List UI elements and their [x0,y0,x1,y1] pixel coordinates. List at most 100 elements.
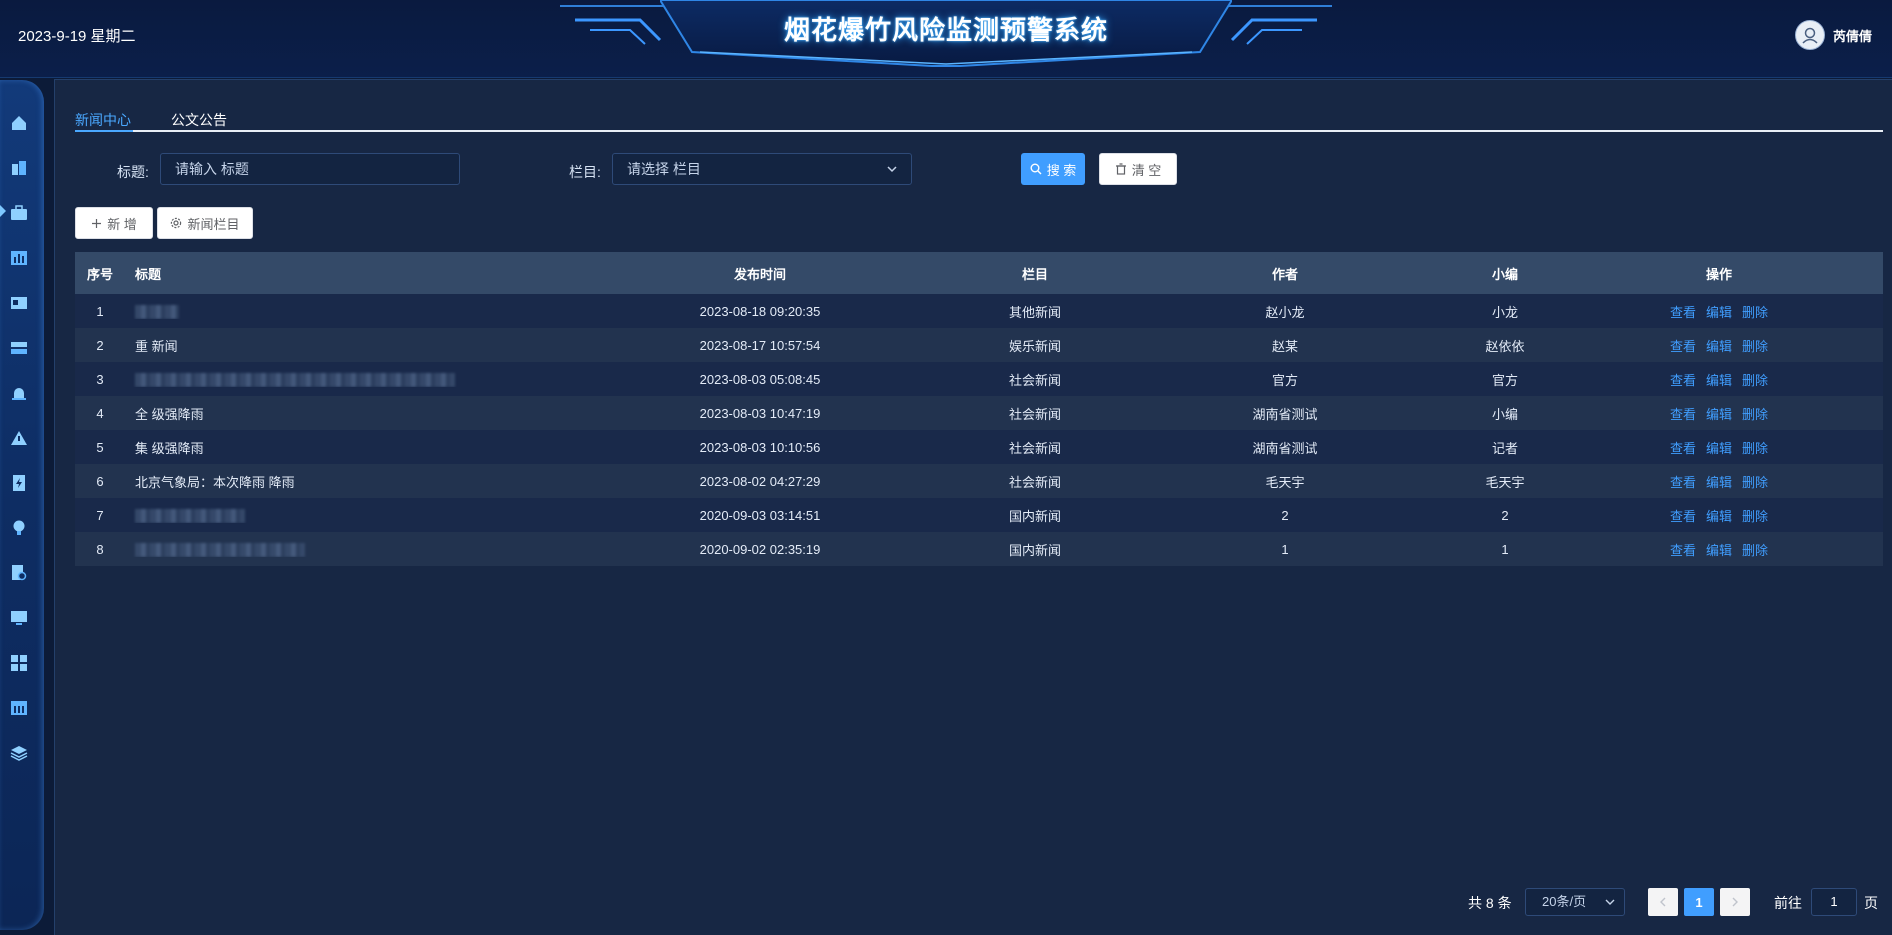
row-column: 社会新闻 [1008,440,1061,456]
redacted-text [135,372,455,387]
id-card-icon[interactable] [9,293,29,313]
row-author: 湖南省测试 [1252,406,1318,422]
row-index: 4 [96,405,104,421]
news-column-button[interactable]: 新闻栏目 [157,207,253,239]
add-button[interactable]: 新 增 [75,207,153,239]
delete-link[interactable]: 删除 [1742,336,1768,355]
next-page-button[interactable] [1720,888,1750,916]
warning-icon[interactable] [9,428,29,448]
calendar-chart-icon[interactable] [9,698,29,718]
row-title[interactable] [125,507,665,523]
user-avatar-icon [1802,27,1818,44]
view-link[interactable]: 查看 [1670,370,1696,389]
row-index: 6 [96,473,104,489]
report-search-icon[interactable] [9,563,29,583]
edit-link[interactable]: 编辑 [1706,540,1732,559]
bar-chart-icon[interactable] [9,248,29,268]
table-row[interactable]: 7 2020-09-03 03:14:51 国内新闻 2 2 查看 编辑 删除 [75,498,1883,532]
delete-link[interactable]: 删除 [1742,370,1768,389]
tab-news-center[interactable]: 新闻中心 [75,110,133,132]
alarm-light-icon[interactable] [9,383,29,403]
row-title[interactable]: 全 级强降雨 [125,404,665,423]
layers-icon[interactable] [9,743,29,763]
edit-link[interactable]: 编辑 [1706,336,1732,355]
row-ops: 查看 编辑 删除 [1655,370,1783,389]
avatar[interactable] [1794,20,1825,50]
table-row[interactable]: 2 重 新闻 2023-08-17 10:57:54 娱乐新闻 赵某 赵依依 查… [75,328,1883,362]
header-ops: 操作 [1705,266,1732,282]
edit-link[interactable]: 编辑 [1706,404,1732,423]
delete-link[interactable]: 删除 [1742,540,1768,559]
row-title[interactable] [125,371,665,387]
edit-link[interactable]: 编辑 [1706,438,1732,457]
row-index: 7 [96,507,104,523]
row-title[interactable]: 北京气象局：本次降雨 降雨 [125,472,665,491]
chevron-down-icon [1605,899,1615,905]
row-ops: 查看 编辑 删除 [1655,540,1783,559]
edit-link[interactable]: 编辑 [1706,472,1732,491]
goto-label: 前往 [1774,895,1802,911]
tab-announcements[interactable]: 公文公告 [171,110,227,130]
row-time: 2023-08-03 10:47:19 [699,405,821,421]
page-number-current[interactable]: 1 [1684,888,1714,916]
title-search-input[interactable]: 请输入 标题 [160,153,460,185]
table-row[interactable]: 8 2020-09-02 02:35:19 国内新闻 1 1 查看 编辑 删除 [75,532,1883,566]
header-title: 标题 [135,266,162,282]
row-column: 社会新闻 [1008,406,1061,422]
active-indicator [0,205,6,217]
delete-link[interactable]: 删除 [1742,404,1768,423]
view-link[interactable]: 查看 [1670,438,1696,457]
title-filter-label: 标题: [117,164,149,180]
row-time: 2023-08-02 04:27:29 [699,473,821,489]
page-size-select[interactable]: 20条/页 [1525,888,1625,916]
delete-link[interactable]: 删除 [1742,302,1768,321]
view-link[interactable]: 查看 [1670,336,1696,355]
row-author: 1 [1281,541,1289,557]
table-row[interactable]: 3 2023-08-03 05:08:45 社会新闻 官方 官方 查看 编辑 删… [75,362,1883,396]
row-title[interactable]: 集 级强降雨 [125,438,665,457]
grid-icon[interactable] [9,653,29,673]
delete-link[interactable]: 删除 [1742,438,1768,457]
clear-button[interactable]: 清 空 [1099,153,1177,185]
total-count: 共 8 条 [1468,895,1512,911]
delete-link[interactable]: 删除 [1742,506,1768,525]
search-button-label: 搜 索 [1046,162,1077,178]
monitor-chart-icon[interactable] [9,608,29,628]
row-title[interactable] [125,541,665,557]
table-row[interactable]: 6 北京气象局：本次降雨 降雨 2023-08-02 04:27:29 社会新闻… [75,464,1883,498]
server-icon[interactable] [9,338,29,358]
row-column: 社会新闻 [1008,474,1061,490]
home-icon[interactable] [9,113,29,133]
lightbulb-icon[interactable] [9,518,29,538]
column-select-placeholder: 请选择 栏目 [627,161,701,177]
search-button[interactable]: 搜 索 [1021,153,1085,185]
user-menu[interactable]: 芮倩倩 [1794,20,1872,50]
view-link[interactable]: 查看 [1670,506,1696,525]
document-lightning-icon[interactable] [9,473,29,493]
goto-page-input[interactable]: 1 [1811,888,1857,916]
user-name[interactable]: 芮倩倩 [1833,26,1872,45]
news-table: 序号 标题 发布时间 栏目 作者 小编 操作 1 2023-08-18 09:2… [75,252,1883,566]
row-index: 1 [96,303,104,319]
edit-link[interactable]: 编辑 [1706,370,1732,389]
edit-link[interactable]: 编辑 [1706,302,1732,321]
edit-link[interactable]: 编辑 [1706,506,1732,525]
table-row[interactable]: 5 集 级强降雨 2023-08-03 10:10:56 社会新闻 湖南省测试 … [75,430,1883,464]
row-title[interactable] [125,303,665,319]
view-link[interactable]: 查看 [1670,540,1696,559]
view-link[interactable]: 查看 [1670,302,1696,321]
tab-bar: 新闻中心 公文公告 [75,110,1883,132]
column-select[interactable]: 请选择 栏目 [612,153,912,185]
view-link[interactable]: 查看 [1670,404,1696,423]
view-link[interactable]: 查看 [1670,472,1696,491]
header-decoration-left [560,5,700,45]
table-row[interactable]: 1 2023-08-18 09:20:35 其他新闻 赵小龙 小龙 查看 编辑 … [75,294,1883,328]
building-icon[interactable] [9,158,29,178]
row-column: 国内新闻 [1008,542,1061,558]
briefcase-icon[interactable] [9,203,29,223]
system-title: 烟花爆竹风险监测预警系统 [783,15,1108,45]
delete-link[interactable]: 删除 [1742,472,1768,491]
prev-page-button[interactable] [1648,888,1678,916]
table-row[interactable]: 4 全 级强降雨 2023-08-03 10:47:19 社会新闻 湖南省测试 … [75,396,1883,430]
row-title[interactable]: 重 新闻 [125,336,665,355]
